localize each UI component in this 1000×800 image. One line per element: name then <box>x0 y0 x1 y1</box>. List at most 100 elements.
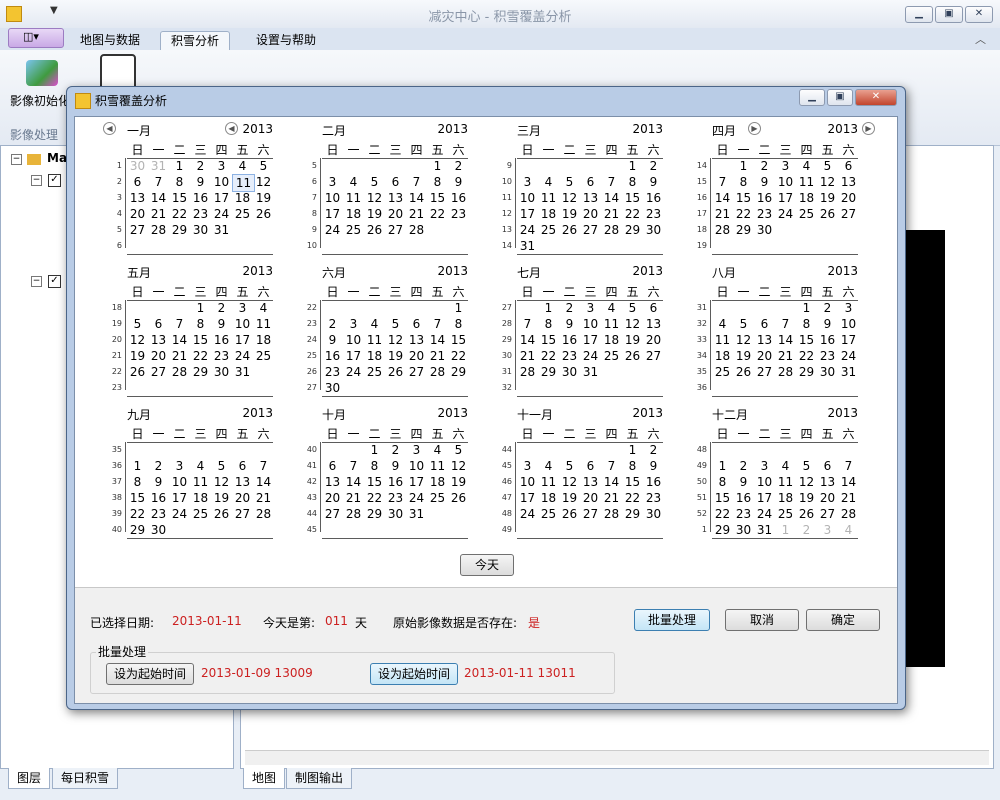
calendar-day[interactable]: 11 <box>253 316 274 332</box>
calendar-day[interactable]: 20 <box>838 190 859 206</box>
calendar-day[interactable]: 30 <box>385 506 406 522</box>
calendar-day[interactable]: 19 <box>559 206 580 222</box>
calendar-day[interactable]: 16 <box>322 348 343 364</box>
calendar-day[interactable]: 16 <box>148 490 169 506</box>
calendar-day[interactable]: 15 <box>733 190 754 206</box>
calendar-day[interactable]: 17 <box>517 206 538 222</box>
calendar-day[interactable]: 27 <box>127 222 148 238</box>
month-name[interactable]: 七月 <box>517 264 541 281</box>
calendar-day[interactable]: 22 <box>448 348 469 364</box>
month-year[interactable]: 2013 <box>242 406 273 420</box>
calendar-day[interactable]: 17 <box>169 490 190 506</box>
calendar-day[interactable]: 6 <box>838 158 859 174</box>
calendar-day[interactable]: 1 <box>538 300 559 316</box>
calendar-day[interactable]: 15 <box>448 332 469 348</box>
calendar-day[interactable]: 12 <box>796 474 817 490</box>
calendar-day[interactable]: 13 <box>148 332 169 348</box>
calendar-day[interactable]: 20 <box>406 348 427 364</box>
calendar-day[interactable]: 19 <box>559 490 580 506</box>
calendar-day[interactable]: 8 <box>127 474 148 490</box>
calendar-day[interactable]: 28 <box>838 506 859 522</box>
minimize-button[interactable]: ▁ <box>905 6 933 23</box>
calendar-day[interactable]: 27 <box>643 348 664 364</box>
calendar-day[interactable]: 27 <box>148 364 169 380</box>
calendar-day[interactable]: 2 <box>190 158 211 174</box>
calendar-day[interactable]: 28 <box>169 364 190 380</box>
prev-year-icon[interactable]: ◀ <box>225 122 238 135</box>
calendar-day[interactable]: 21 <box>601 206 622 222</box>
calendar-day[interactable]: 24 <box>343 364 364 380</box>
calendar-day[interactable]: 28 <box>253 506 274 522</box>
calendar-day[interactable]: 7 <box>775 316 796 332</box>
month-name[interactable]: 十月 <box>322 406 346 423</box>
calendar-day[interactable]: 29 <box>538 364 559 380</box>
calendar-day[interactable]: 1 <box>712 458 733 474</box>
calendar-day[interactable]: 19 <box>385 348 406 364</box>
calendar-day[interactable]: 19 <box>253 190 274 206</box>
tab-snow-analysis[interactable]: 积雪分析 <box>160 31 231 51</box>
month-name[interactable]: 十二月 <box>712 406 748 423</box>
calendar-day[interactable]: 1 <box>448 300 469 316</box>
calendar-day[interactable]: 16 <box>754 190 775 206</box>
calendar-day[interactable]: 23 <box>211 348 232 364</box>
calendar-day[interactable]: 2 <box>754 158 775 174</box>
tab-layers[interactable]: 图层 <box>8 768 51 789</box>
calendar-day[interactable]: 8 <box>712 474 733 490</box>
close-button[interactable]: ✕ <box>965 6 993 23</box>
calendar-day[interactable]: 13 <box>580 474 601 490</box>
calendar-day[interactable]: 13 <box>406 332 427 348</box>
calendar-day[interactable]: 5 <box>622 300 643 316</box>
calendar-day[interactable]: 3 <box>322 174 343 190</box>
calendar-day[interactable]: 24 <box>169 506 190 522</box>
calendar-day[interactable]: 21 <box>712 206 733 222</box>
calendar-day[interactable]: 26 <box>253 206 274 222</box>
calendar-day[interactable]: 6 <box>232 458 253 474</box>
calendar-day[interactable]: 31 <box>148 158 169 174</box>
calendar-day[interactable]: 3 <box>580 300 601 316</box>
tab-map-output[interactable]: 制图输出 <box>286 768 353 789</box>
calendar-day[interactable]: 16 <box>211 332 232 348</box>
month-name[interactable]: 九月 <box>127 406 151 423</box>
tab-settings-help[interactable]: 设置与帮助 <box>246 31 326 50</box>
calendar-day[interactable]: 14 <box>427 332 448 348</box>
calendar-day[interactable]: 18 <box>775 490 796 506</box>
calendar-day[interactable]: 21 <box>838 490 859 506</box>
layer-checkbox[interactable]: ✓ <box>48 275 61 288</box>
calendar-day[interactable]: 17 <box>838 332 859 348</box>
calendar-day[interactable]: 20 <box>322 490 343 506</box>
calendar-day[interactable]: 15 <box>127 490 148 506</box>
calendar-day[interactable]: 17 <box>322 206 343 222</box>
calendar-day[interactable]: 18 <box>712 348 733 364</box>
calendar-day[interactable]: 21 <box>148 206 169 222</box>
image-init-button[interactable]: 影像初始化 <box>10 92 70 109</box>
calendar-day[interactable]: 3 <box>517 458 538 474</box>
calendar-day[interactable]: 12 <box>253 174 274 190</box>
calendar-day[interactable]: 13 <box>580 190 601 206</box>
calendar-day[interactable]: 30 <box>127 158 148 174</box>
calendar-day[interactable]: 12 <box>817 174 838 190</box>
calendar-day[interactable]: 8 <box>538 316 559 332</box>
calendar-day[interactable]: 5 <box>796 458 817 474</box>
calendar-day[interactable]: 14 <box>838 474 859 490</box>
tree-collapse-icon[interactable]: − <box>31 276 42 287</box>
calendar-day[interactable]: 7 <box>343 458 364 474</box>
calendar-day[interactable]: 26 <box>364 222 385 238</box>
calendar-day[interactable]: 11 <box>364 332 385 348</box>
calendar-day[interactable]: 18 <box>538 206 559 222</box>
month-year[interactable]: 2013 <box>827 406 858 420</box>
calendar-day[interactable]: 26 <box>127 364 148 380</box>
calendar-day[interactable]: 16 <box>643 190 664 206</box>
calendar-day[interactable]: 23 <box>385 490 406 506</box>
calendar-day[interactable]: 28 <box>517 364 538 380</box>
calendar-day[interactable]: 18 <box>796 190 817 206</box>
calendar-day[interactable]: 27 <box>754 364 775 380</box>
calendar-day[interactable]: 8 <box>796 316 817 332</box>
calendar-day[interactable]: 14 <box>253 474 274 490</box>
calendar-day[interactable]: 24 <box>211 206 232 222</box>
calendar-day[interactable]: 16 <box>817 332 838 348</box>
calendar-day[interactable]: 29 <box>364 506 385 522</box>
calendar-day[interactable]: 26 <box>817 206 838 222</box>
calendar-day[interactable]: 10 <box>232 316 253 332</box>
calendar-day[interactable]: 6 <box>643 300 664 316</box>
calendar-day[interactable]: 10 <box>322 190 343 206</box>
